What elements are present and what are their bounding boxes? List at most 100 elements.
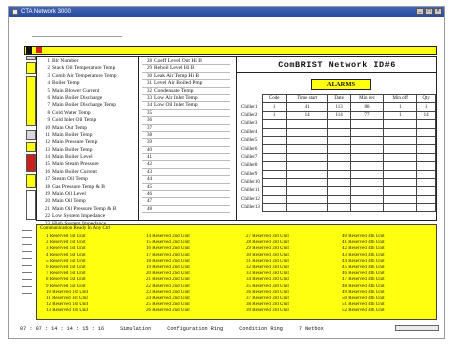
minimize-button[interactable]: _ — [416, 8, 424, 15]
device-row[interactable]: 4 Boiler Temp — [40, 80, 136, 87]
device-row[interactable]: 18 Gas Pressure Temp & B — [40, 184, 136, 191]
device-row[interactable]: 19 Main Oil Level — [40, 191, 136, 198]
alarm-row[interactable]: Chiller10 — [240, 177, 436, 188]
device-row[interactable]: 34 Low Oil Inlet Temp — [142, 102, 230, 110]
status-item[interactable]: Condition Ring — [239, 326, 283, 332]
device-name: Main Boiler Temp — [52, 146, 93, 153]
alarm-cell — [261, 161, 287, 171]
device-row[interactable]: 22 Low System Impedance — [40, 213, 136, 220]
alarm-cell — [261, 203, 287, 213]
device-row[interactable]: 13 Main Boiler Temp — [40, 147, 136, 154]
device-row[interactable]: 16 Main Boiler Current — [40, 169, 136, 176]
device-number: 8 — [47, 110, 51, 116]
maximize-button[interactable]: □ — [425, 8, 433, 15]
alarm-cell: 1 — [383, 110, 418, 121]
column-header[interactable]: Min off — [383, 93, 418, 104]
status-scroll-indicator[interactable] — [395, 325, 439, 331]
status-item[interactable]: Simulation — [120, 326, 151, 332]
device-row[interactable]: 15 Main Steam Pressure — [40, 161, 136, 168]
device-row[interactable]: 36 — [142, 117, 230, 125]
device-row[interactable]: 42 — [142, 161, 230, 169]
column-header[interactable]: Min rec — [349, 93, 385, 104]
alarm-cell: 113 — [327, 102, 351, 112]
close-button[interactable]: × — [434, 8, 442, 15]
communication-item[interactable]: 39 Reserved 3rd Unit — [246, 308, 338, 314]
device-row[interactable]: 1 Blr Number — [40, 58, 136, 65]
device-row[interactable]: 46 — [142, 191, 230, 199]
communication-column: 27 Reserved 3rd Unit 28 Reserved 3rd Unit… — [246, 234, 338, 314]
device-number: 3 — [47, 73, 51, 79]
alarms-header[interactable]: ALARMS — [311, 79, 371, 90]
column-header[interactable]: Qty — [416, 93, 436, 104]
device-row[interactable]: 14 Main Boiler Level — [40, 154, 136, 161]
column-header[interactable]: Code — [261, 93, 287, 104]
device-row[interactable]: 38 — [142, 132, 230, 140]
device-row[interactable]: 12 Main Pressure Temp — [40, 139, 136, 146]
device-number: 38 — [147, 132, 152, 138]
device-row[interactable]: 9 Cold Inlet Oil Temp — [40, 117, 136, 124]
alarm-row[interactable]: Chiller11 — [240, 186, 436, 196]
column-header[interactable]: Time start — [285, 93, 329, 104]
alarm-row[interactable]: Chiller2 1 14 114 77 1 14 — [240, 110, 436, 121]
device-number: 9 — [47, 118, 51, 124]
alarm-cell — [383, 169, 418, 179]
device-row[interactable]: 30 Leak Air Temp Hi B — [142, 73, 230, 81]
alarm-cell — [349, 169, 385, 179]
alarm-row[interactable]: Chiller8 — [240, 161, 436, 171]
alarm-row[interactable]: Chiller12 — [240, 194, 436, 205]
device-row[interactable]: 31 Level Air Boiled Pmp — [142, 80, 230, 88]
alarm-row[interactable]: Chiller5 — [240, 135, 436, 146]
device-row[interactable]: 32 Condensate Temp — [142, 88, 230, 95]
communication-item[interactable]: 26 Reserved 2nd Unit — [146, 308, 238, 314]
device-row[interactable]: 37 — [142, 125, 230, 132]
device-row[interactable]: 11 Main Boiler Temp — [40, 132, 136, 139]
alarm-table-body: Chiller1 1 41 113 88 1 1 Chiller2 1 14 114 77 1 14 Chi… — [240, 102, 436, 213]
rule-line — [22, 244, 32, 245]
device-row[interactable]: 48 — [142, 206, 230, 214]
device-row[interactable]: 20 Main Oil Temp — [40, 198, 136, 205]
device-row[interactable]: 29 Reboil Level Hi B — [142, 65, 230, 73]
alarm-row[interactable]: Chiller9 — [240, 169, 436, 179]
status-item[interactable]: Configuration Ring — [167, 326, 223, 332]
alarm-cell — [327, 135, 351, 146]
device-row[interactable]: 8 Cold Water Temp — [40, 110, 136, 117]
device-row[interactable]: 7 Main Boiler Discharge Temp — [40, 102, 136, 109]
device-row[interactable]: 3 Comb Air Temperature Temp — [40, 73, 136, 80]
device-row[interactable]: 41 — [142, 154, 230, 162]
communication-item[interactable]: 52 Reserved 4th Unit — [342, 308, 434, 314]
communication-title: Communication Ready In Any Ctrl — [40, 226, 111, 231]
app-icon[interactable] — [12, 9, 18, 15]
device-row[interactable]: 33 Low Air Inlet Temp — [142, 95, 230, 103]
alarm-row[interactable]: Chiller3 — [240, 119, 436, 129]
alarm-row[interactable]: Chiller6 — [240, 144, 436, 154]
device-row[interactable]: 39 — [142, 139, 230, 147]
alarm-row[interactable]: Chiller4 — [240, 127, 436, 137]
alarm-cell — [416, 135, 436, 146]
column-header[interactable]: Date — [327, 93, 351, 104]
communication-item[interactable]: 13 Reserved 1st Unit — [46, 308, 138, 314]
alarm-cell — [285, 152, 329, 163]
device-number: 13 — [45, 147, 50, 153]
device-row[interactable]: 10 Main Out Temp — [40, 125, 136, 132]
device-row[interactable]: 5 Main Blower Current — [40, 88, 136, 95]
device-row[interactable]: 6 Main Boiler Discharge — [40, 95, 136, 102]
device-row[interactable]: 35 — [142, 110, 230, 118]
device-row[interactable]: 40 — [142, 147, 230, 155]
device-row[interactable]: 21 Main Oil Pressure Temp & B — [40, 206, 136, 213]
alarm-cell: 1 — [416, 102, 436, 112]
device-row[interactable]: 17 Steam Oil Temp — [40, 176, 136, 183]
communication-column: 1 Reserved 1st Unit 2 Reserved 1st Unit 3 … — [46, 234, 138, 314]
alarm-row[interactable]: Chiller7 — [240, 152, 436, 163]
alarm-row[interactable]: Chiller1 1 41 113 88 1 1 — [240, 102, 436, 112]
device-row[interactable]: 45 — [142, 184, 230, 192]
device-row[interactable]: 47 — [142, 198, 230, 206]
device-row[interactable]: 2 Stack Oil Temperature Temp — [40, 65, 136, 72]
alarm-cell — [327, 194, 351, 205]
status-item[interactable]: 7 Netbox — [299, 326, 324, 332]
title-bar[interactable]: CTA Network 3000 _ □ × — [9, 7, 444, 17]
device-row[interactable]: 28 Coeff Level Out Hi B — [142, 58, 230, 66]
device-number: 21 — [45, 206, 50, 212]
alarm-row[interactable]: Chiller13 — [240, 203, 436, 213]
device-row[interactable]: 43 — [142, 169, 230, 177]
device-row[interactable]: 44 — [142, 176, 230, 184]
